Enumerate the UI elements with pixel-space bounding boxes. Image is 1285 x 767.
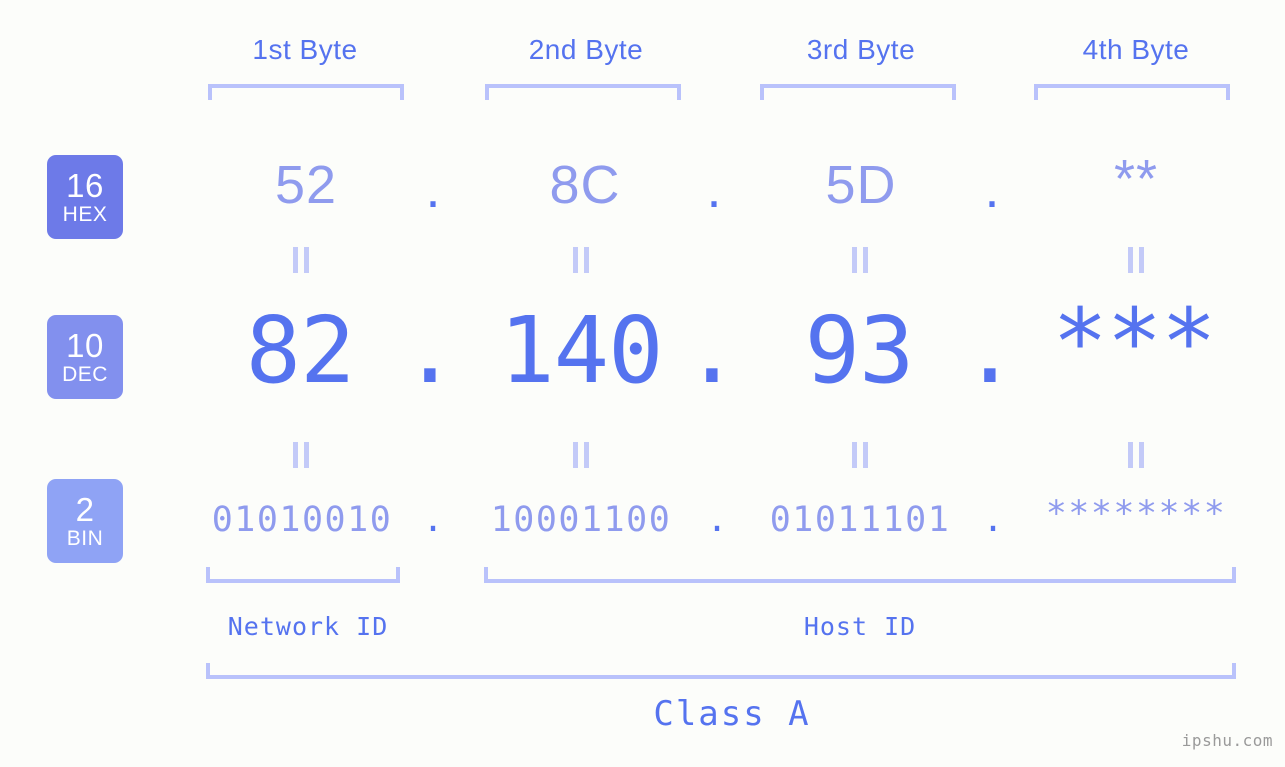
base-badge-dec-number: 10 — [66, 327, 104, 364]
top-bracket-byte-2 — [485, 84, 681, 100]
base-badge-hex: 16 HEX — [47, 155, 123, 239]
hex-value-byte-3: 5D — [825, 155, 897, 215]
network-id-label: Network ID — [227, 612, 389, 641]
hex-value-byte-1: 52 — [274, 155, 338, 215]
host-id-label: Host ID — [803, 612, 917, 641]
bin-value-byte-1: 01010010 — [211, 500, 393, 540]
dec-value-byte-1: 82 — [245, 297, 356, 404]
base-badge-dec: 10 DEC — [47, 315, 123, 399]
equals-icon-dec-bin-3 — [849, 442, 871, 468]
hex-value-byte-4: ** — [1113, 149, 1159, 209]
byte-header-3: 3rd Byte — [806, 34, 916, 65]
base-badge-dec-abbr: DEC — [62, 363, 108, 386]
bin-value-byte-4: ******** — [1045, 494, 1227, 534]
base-badge-bin-abbr: BIN — [66, 527, 104, 550]
site-watermark: ipshu.com — [1181, 731, 1273, 750]
dec-value-byte-4: *** — [1052, 289, 1216, 396]
dec-value-byte-3: 93 — [804, 297, 915, 404]
top-bracket-byte-1 — [208, 84, 404, 100]
base-badge-hex-number: 16 — [66, 167, 104, 204]
equals-icon-dec-bin-2 — [570, 442, 592, 468]
byte-header-2: 2nd Byte — [528, 34, 644, 65]
equals-icon-hex-dec-2 — [570, 247, 592, 273]
ip-breakdown-diagram: 1st Byte 2nd Byte 3rd Byte 4th Byte 16 H… — [0, 0, 1285, 767]
class-label: Class A — [653, 694, 811, 734]
hex-value-byte-2: 8C — [549, 155, 621, 215]
network-id-bracket — [206, 567, 400, 583]
bin-value-byte-3: 01011101 — [769, 500, 951, 540]
hex-separator-1: . — [425, 159, 441, 219]
base-badge-bin: 2 BIN — [47, 479, 123, 563]
base-badge-hex-abbr: HEX — [62, 203, 108, 226]
host-id-bracket — [484, 567, 1236, 583]
top-bracket-byte-3 — [760, 84, 956, 100]
dec-value-byte-2: 140 — [499, 297, 663, 404]
equals-icon-hex-dec-1 — [290, 247, 312, 273]
equals-icon-hex-dec-3 — [849, 247, 871, 273]
equals-icon-hex-dec-4 — [1125, 247, 1147, 273]
equals-icon-dec-bin-1 — [290, 442, 312, 468]
equals-icon-dec-bin-4 — [1125, 442, 1147, 468]
byte-header-4: 4th Byte — [1082, 34, 1190, 65]
class-bracket — [206, 663, 1236, 679]
top-bracket-byte-4 — [1034, 84, 1230, 100]
byte-header-1: 1st Byte — [252, 34, 358, 65]
bin-separator-1: . — [422, 500, 444, 540]
bin-value-byte-2: 10001100 — [490, 500, 672, 540]
base-badge-bin-number: 2 — [75, 491, 95, 528]
